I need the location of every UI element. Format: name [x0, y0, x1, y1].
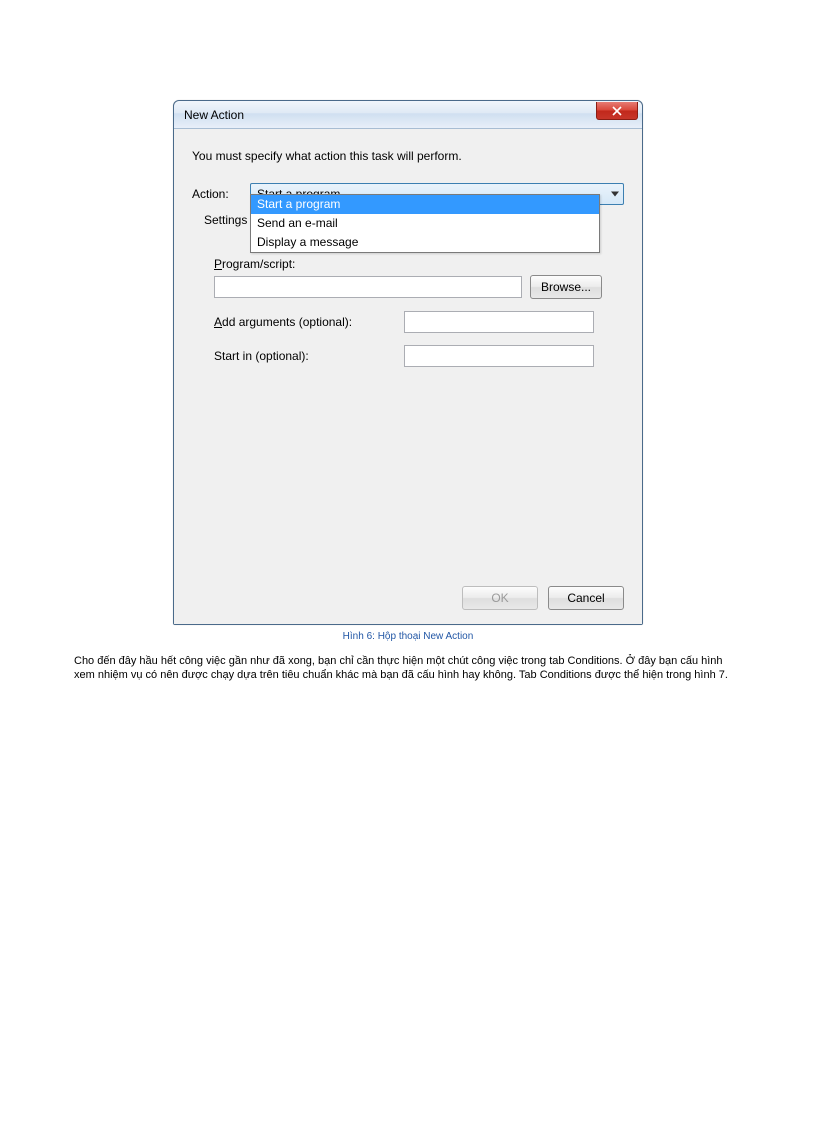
cancel-button[interactable]: Cancel	[548, 586, 624, 610]
add-arguments-input[interactable]	[404, 311, 594, 333]
new-action-dialog: New Action You must specify what action …	[173, 100, 643, 625]
action-dropdown-list: Start a program Send an e-mail Display a…	[250, 194, 600, 253]
browse-button[interactable]: Browse...	[530, 275, 602, 299]
body-paragraph: Cho đến đây hầu hết công việc gần như đã…	[74, 654, 742, 683]
dialog-body: You must specify what action this task w…	[174, 129, 642, 624]
action-label: Action:	[192, 187, 250, 201]
start-in-label: Start in (optional):	[214, 349, 404, 363]
titlebar: New Action	[174, 101, 642, 129]
dropdown-item-send-email[interactable]: Send an e-mail	[251, 214, 599, 233]
close-button[interactable]	[596, 102, 638, 120]
figure-caption: Hình 6: Hộp thoại New Action	[74, 631, 742, 642]
program-script-input[interactable]	[214, 276, 522, 298]
program-script-label: Program/script:	[214, 257, 624, 271]
chevron-down-icon	[611, 192, 619, 197]
add-arguments-label: Add arguments (optional):	[214, 315, 404, 329]
dropdown-item-start-program[interactable]: Start a program	[251, 195, 599, 214]
dropdown-item-display-message[interactable]: Display a message	[251, 233, 599, 252]
close-icon	[611, 106, 623, 116]
instruction-text: You must specify what action this task w…	[192, 149, 624, 163]
window-title: New Action	[184, 108, 244, 122]
start-in-input[interactable]	[404, 345, 594, 367]
ok-button[interactable]: OK	[462, 586, 538, 610]
